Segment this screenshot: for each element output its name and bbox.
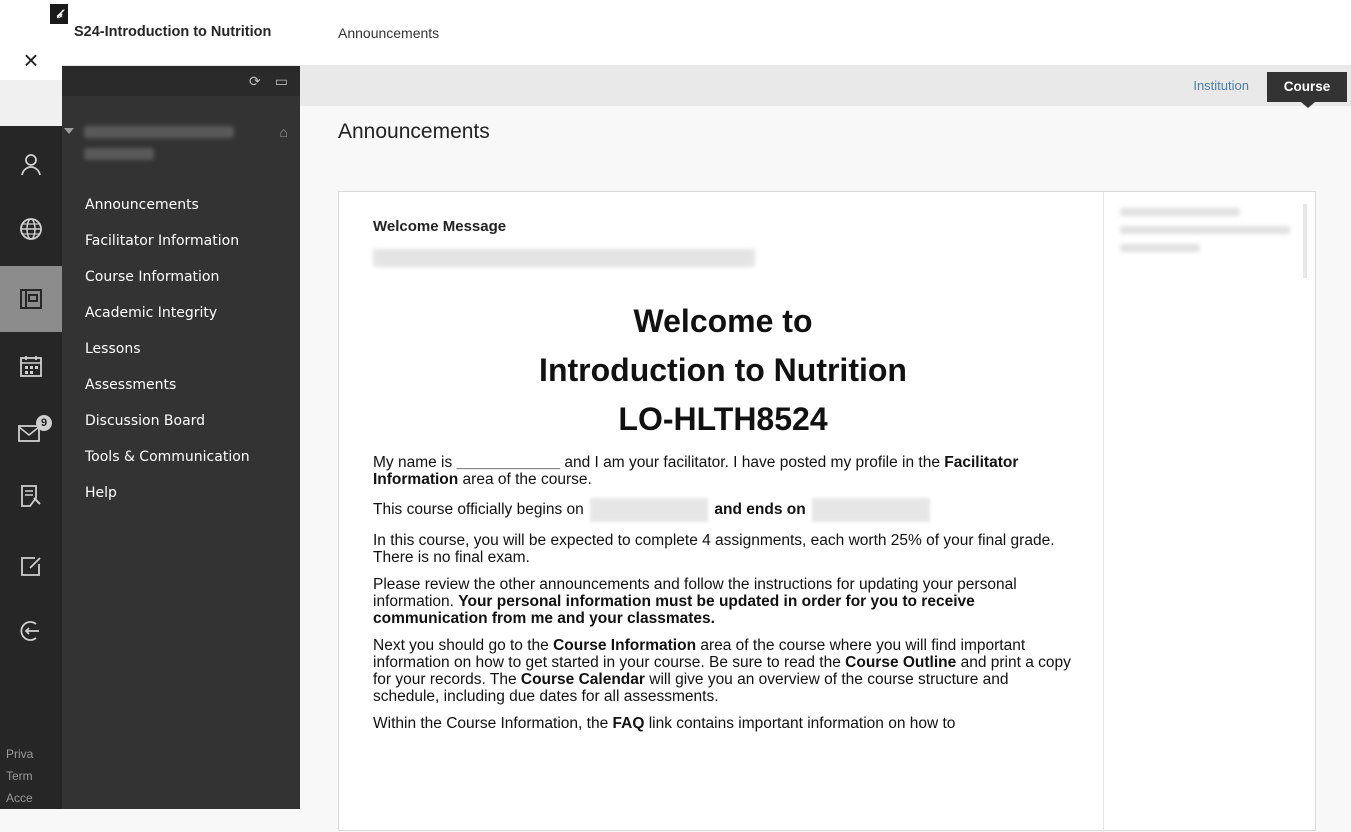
course-title[interactable]: S24-Introduction to Nutrition — [74, 24, 271, 40]
announcement-text: My name is ____________ and I am your fa… — [373, 454, 1073, 732]
menu-item-help[interactable]: Help — [85, 482, 250, 518]
end-date-redacted — [812, 498, 931, 522]
paragraph: In this course, you will be expected to … — [373, 532, 1055, 566]
announcement-sidebar — [1103, 192, 1315, 832]
course-name-redacted — [84, 148, 154, 160]
pin-icon[interactable]: 𝒷 — [50, 4, 68, 24]
headline-line-2: Introduction to Nutrition — [539, 352, 907, 388]
menu-item-course-information[interactable]: Course Information — [85, 266, 250, 302]
announcement-title: Welcome Message — [373, 218, 507, 235]
redacted-text — [1120, 208, 1240, 216]
course-menu-list: Announcements Facilitator Information Co… — [85, 194, 250, 518]
menu-item-discussion-board[interactable]: Discussion Board — [85, 410, 250, 446]
tools-icon[interactable] — [0, 536, 62, 596]
globe-icon[interactable] — [0, 199, 62, 259]
close-button[interactable]: × — [0, 40, 62, 80]
terms-link[interactable]: Term — [6, 765, 33, 787]
accessibility-link[interactable]: Acce — [6, 787, 33, 809]
context-bar: Institution Course — [300, 66, 1351, 108]
breadcrumb: Announcements — [338, 25, 440, 41]
course-name-redacted — [84, 126, 234, 138]
content-area: Institution Course Announcements Welcome… — [300, 66, 1351, 832]
menu-item-facilitator-information[interactable]: Facilitator Information — [85, 230, 250, 266]
courses-icon[interactable] — [0, 266, 62, 332]
home-icon[interactable]: ⌂ — [280, 124, 288, 140]
page-title: Announcements — [338, 120, 490, 143]
course-menu-course[interactable]: ⌂ — [62, 116, 300, 176]
announcement-panel: Welcome Message Welcome to Introduction … — [338, 191, 1316, 832]
privacy-link[interactable]: Priva — [6, 743, 33, 765]
messages-badge: 9 — [36, 415, 52, 431]
folder-icon[interactable]: ▭ — [275, 73, 288, 90]
chevron-down-icon[interactable] — [64, 128, 74, 134]
messages-icon[interactable]: 9 — [0, 401, 62, 461]
menu-item-academic-integrity[interactable]: Academic Integrity — [85, 302, 250, 338]
calendar-icon[interactable] — [0, 336, 62, 396]
logout-icon[interactable] — [0, 601, 62, 661]
redacted-text — [1120, 226, 1290, 234]
footer-links: Priva Term Acce — [6, 743, 33, 809]
paragraph: Within the Course Information, the FAQ l… — [373, 715, 956, 732]
course-tab[interactable]: Course — [1267, 72, 1347, 108]
base-navigation: 9 Priva Term Acce — [0, 66, 62, 809]
profile-icon[interactable] — [0, 134, 62, 194]
menu-item-lessons[interactable]: Lessons — [85, 338, 250, 374]
menu-item-announcements[interactable]: Announcements — [85, 194, 250, 230]
paragraph: Next you should go to the Course Informa… — [373, 637, 1071, 705]
institution-tab[interactable]: Institution — [1193, 78, 1249, 93]
start-date-redacted — [590, 498, 709, 522]
headline-line-1: Welcome to — [633, 303, 813, 339]
grades-icon[interactable] — [0, 466, 62, 526]
scrollbar[interactable] — [1303, 204, 1307, 278]
top-bar: 𝒷 S24-Introduction to Nutrition Announce… — [0, 0, 1351, 66]
announcement-body: Welcome Message Welcome to Introduction … — [373, 218, 1073, 732]
course-menu: ⟳ ▭ ⌂ Announcements Facilitator Informat… — [62, 66, 300, 809]
redacted-text — [1120, 244, 1200, 252]
posted-date-redacted — [373, 249, 755, 267]
course-menu-header: ⟳ ▭ — [62, 66, 300, 96]
refresh-icon[interactable]: ⟳ — [249, 73, 261, 90]
paragraph: Please review the other announcements an… — [373, 576, 1017, 627]
paragraph: My name is ____________ and I am your fa… — [373, 454, 1019, 488]
menu-item-tools-communication[interactable]: Tools & Communication — [85, 446, 250, 482]
menu-item-assessments[interactable]: Assessments — [85, 374, 250, 410]
headline-line-3: LO-HLTH8524 — [618, 401, 828, 437]
paragraph: This course officially begins on and end… — [373, 498, 1073, 522]
